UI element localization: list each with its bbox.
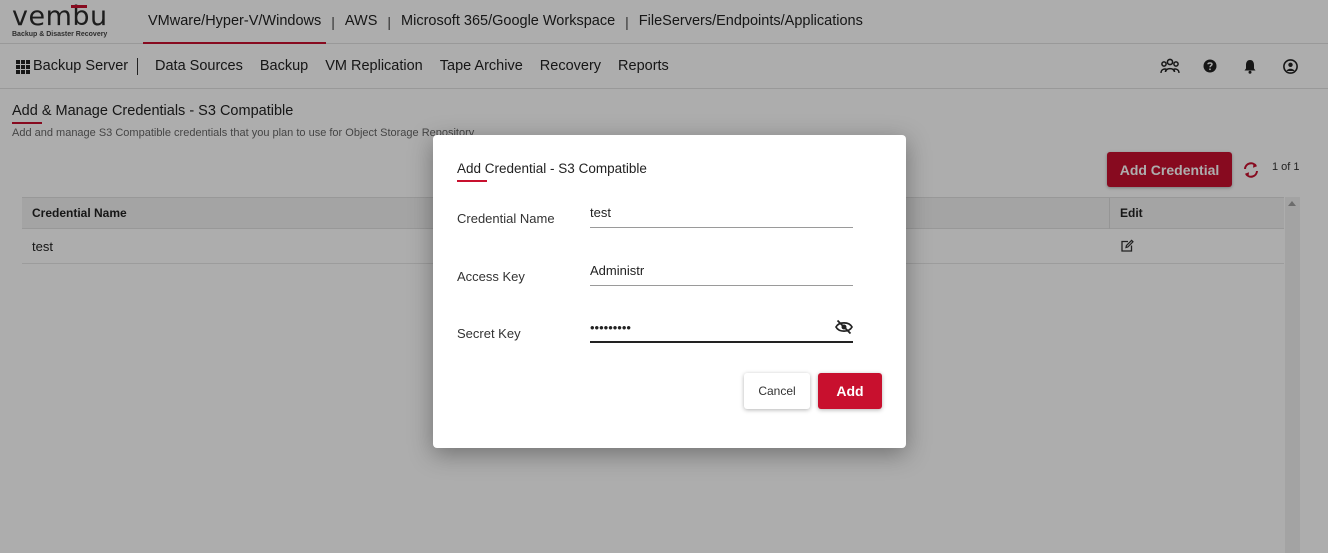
add-credential-dialog: Add Credential - S3 Compatible Credentia… (433, 135, 906, 448)
secret-key-input[interactable] (590, 317, 853, 343)
add-button[interactable]: Add (818, 373, 882, 409)
eye-slash-icon[interactable] (835, 319, 853, 335)
dialog-title-underline (457, 180, 487, 182)
access-key-label: Access Key (457, 269, 525, 284)
credential-name-label: Credential Name (457, 211, 555, 226)
dialog-title: Add Credential - S3 Compatible (457, 161, 647, 176)
secret-key-label: Secret Key (457, 326, 521, 341)
cancel-button[interactable]: Cancel (744, 373, 810, 409)
credential-name-input[interactable] (590, 202, 853, 228)
access-key-input[interactable] (590, 260, 853, 286)
